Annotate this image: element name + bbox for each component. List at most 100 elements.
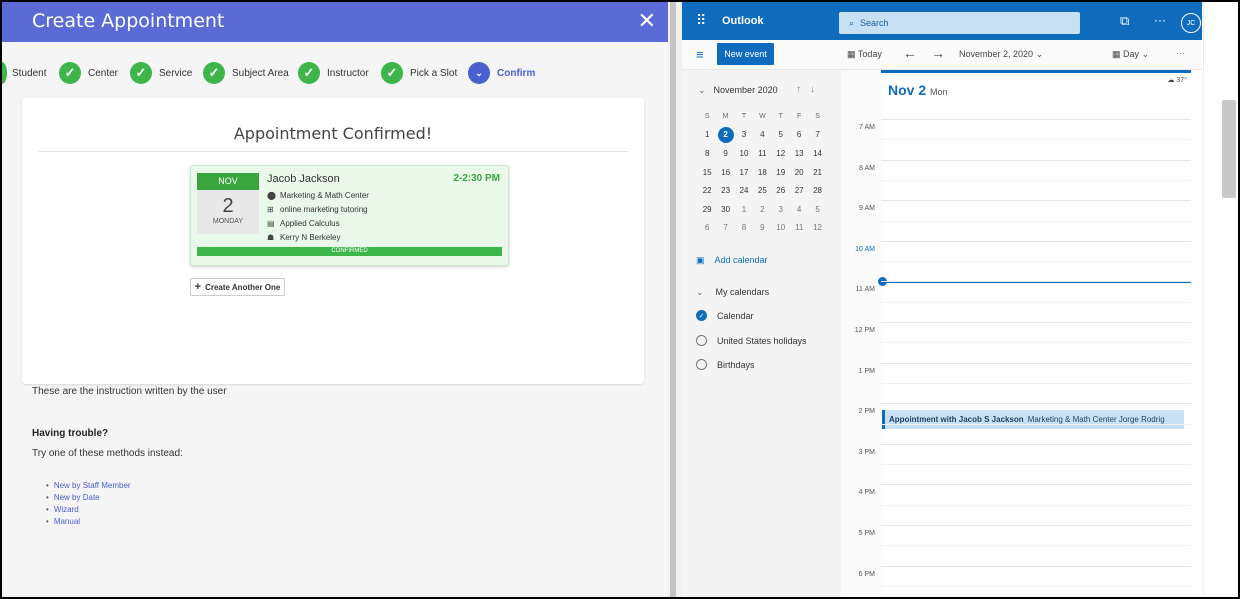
step-subject-area[interactable]: ✓ Subject Area — [203, 60, 289, 86]
app-launcher-icon[interactable]: ⠿ — [696, 12, 706, 29]
mini-day[interactable]: 28 — [808, 186, 826, 195]
mini-day[interactable]: 1 — [735, 205, 753, 214]
mini-day[interactable]: 8 — [735, 223, 753, 232]
date-picker-dropdown[interactable]: November 2, 2020 ⌄ — [959, 49, 1043, 60]
weekday-header-row: SMTWTFS — [698, 107, 827, 126]
chevron-down-icon: ⌄ — [696, 287, 704, 297]
mini-day[interactable]: 5 — [808, 205, 826, 214]
view-mode-label: Day — [1123, 49, 1140, 59]
create-another-button[interactable]: + Create Another One — [190, 278, 285, 296]
mini-day[interactable]: 19 — [772, 168, 790, 177]
step-center[interactable]: ✓ Center — [59, 60, 118, 86]
previous-arrow-icon[interactable]: ← — [903, 45, 917, 61]
mini-day[interactable]: 20 — [790, 168, 808, 177]
my-calendars-group[interactable]: ⌄ My calendars — [696, 287, 769, 298]
close-icon[interactable]: ✕ — [638, 8, 656, 34]
method-link-new-by-date[interactable]: New by Date — [46, 493, 131, 505]
mini-day[interactable]: 18 — [753, 168, 771, 177]
more-options-icon[interactable]: ··· — [1176, 48, 1185, 58]
mini-day[interactable]: 11 — [790, 223, 808, 232]
mini-day[interactable]: 17 — [735, 168, 753, 177]
step-pick-a-slot[interactable]: ✓ Pick a Slot — [381, 60, 457, 86]
mini-day[interactable]: 13 — [790, 149, 808, 158]
weekday-label: M — [722, 112, 729, 120]
mini-day[interactable]: 22 — [698, 186, 716, 195]
today-button[interactable]: ▦ Today — [847, 49, 882, 60]
next-arrow-icon[interactable]: → — [931, 45, 945, 61]
mini-day[interactable]: 6 — [698, 223, 716, 232]
new-event-button[interactable]: New event — [717, 43, 774, 65]
hour-gridline — [881, 159, 1191, 161]
outlook-brand[interactable]: Outlook — [722, 15, 764, 27]
mini-day[interactable]: 2 — [753, 205, 771, 214]
mini-day[interactable]: 3 — [735, 130, 753, 139]
mini-month-title[interactable]: November 2020 — [714, 85, 778, 96]
appointment-card[interactable]: NOV 2 MONDAY Jacob Jackson 2-2:30 PM ⬤ M… — [190, 165, 509, 266]
mini-day[interactable]: 30 — [716, 205, 734, 214]
plus-icon: + — [194, 281, 202, 293]
page-scrollbar-thumb[interactable] — [1222, 100, 1236, 198]
search-placeholder: Search — [860, 18, 889, 28]
mini-day[interactable]: 11 — [753, 149, 771, 158]
mini-day[interactable]: 4 — [790, 205, 808, 214]
mini-day[interactable]: 9 — [753, 223, 771, 232]
mini-day[interactable]: 24 — [735, 186, 753, 195]
calendar-event[interactable]: Appointment with Jacob S Jackson Marketi… — [882, 410, 1184, 429]
add-calendar-link[interactable]: ▣ Add calendar — [696, 255, 768, 266]
mini-day[interactable]: 1 — [698, 130, 716, 139]
method-link-wizard[interactable]: Wizard — [46, 505, 131, 517]
mini-day[interactable]: 4 — [753, 130, 771, 139]
step-student[interactable]: Student — [12, 60, 46, 86]
mini-day[interactable]: 23 — [716, 186, 734, 195]
scrollbar-track — [1203, 2, 1204, 597]
week-row: 1234567 — [698, 126, 827, 145]
mini-day[interactable]: 5 — [772, 130, 790, 139]
mini-day[interactable]: 3 — [772, 205, 790, 214]
calendar-item-calendar[interactable]: ✓ Calendar — [696, 310, 754, 321]
mini-day[interactable]: 21 — [808, 168, 826, 177]
view-mode-dropdown[interactable]: ▦ Day ⌄ — [1112, 49, 1149, 60]
day-view: Nov 2 Mon ☁ 37° Appointment with Jacob S… — [841, 70, 1202, 597]
mini-day[interactable]: 10 — [735, 149, 753, 158]
method-link-new-by-staff[interactable]: New by Staff Member — [46, 481, 131, 493]
mini-day[interactable]: 25 — [753, 186, 771, 195]
hamburger-menu-icon[interactable]: ≡ — [696, 47, 704, 62]
search-input[interactable]: ⌕ Search — [839, 12, 1080, 34]
trouble-text: Try one of these methods instead: — [32, 448, 183, 459]
mini-day[interactable]: 26 — [772, 186, 790, 195]
step-confirm[interactable]: ⌄ Confirm — [468, 60, 535, 86]
mini-day[interactable]: 15 — [698, 168, 716, 177]
method-link-manual[interactable]: Manual — [46, 517, 131, 529]
mini-day[interactable]: 7 — [716, 223, 734, 232]
hour-gridline — [881, 362, 1191, 364]
mini-day[interactable]: 7 — [808, 130, 826, 139]
mini-day[interactable]: 12 — [808, 223, 826, 232]
pane-splitter[interactable] — [668, 2, 682, 597]
calendar-item-us-holidays[interactable]: United States holidays — [696, 335, 807, 346]
calendar-item-birthdays[interactable]: Birthdays — [696, 359, 755, 370]
half-hour-gridline — [881, 545, 1191, 547]
step-service[interactable]: ✓ Service — [130, 60, 192, 86]
mini-day[interactable]: 12 — [772, 149, 790, 158]
mini-day-selected[interactable]: 2 — [716, 126, 734, 143]
mini-day[interactable]: 9 — [716, 149, 734, 158]
mini-day[interactable]: 10 — [772, 223, 790, 232]
mini-day[interactable]: 14 — [808, 149, 826, 158]
mini-day[interactable]: 16 — [716, 168, 734, 177]
subject-row: ▤ Applied Calculus — [267, 219, 340, 228]
avatar[interactable]: JC — [1181, 13, 1201, 33]
month-nav-arrows-icon[interactable]: ↑↓ — [796, 84, 824, 95]
mini-day[interactable]: 8 — [698, 149, 716, 158]
mini-day[interactable]: 6 — [790, 130, 808, 139]
half-hour-gridline — [881, 382, 1191, 384]
mini-day[interactable]: 29 — [698, 205, 716, 214]
week-row: 15 16 17 18 19 20 21 — [698, 163, 827, 182]
check-icon: ✓ — [130, 62, 152, 84]
mini-day[interactable]: 27 — [790, 186, 808, 195]
weekday-label: T — [778, 112, 783, 120]
collapse-chevron-icon[interactable]: ⌄ — [698, 85, 706, 96]
chat-icon[interactable]: ⧉ — [1120, 13, 1129, 29]
center-row: ⬤ Marketing & Math Center — [267, 191, 369, 200]
step-instructor[interactable]: ✓ Instructor — [298, 60, 369, 86]
more-options-icon[interactable]: ··· — [1154, 13, 1166, 27]
